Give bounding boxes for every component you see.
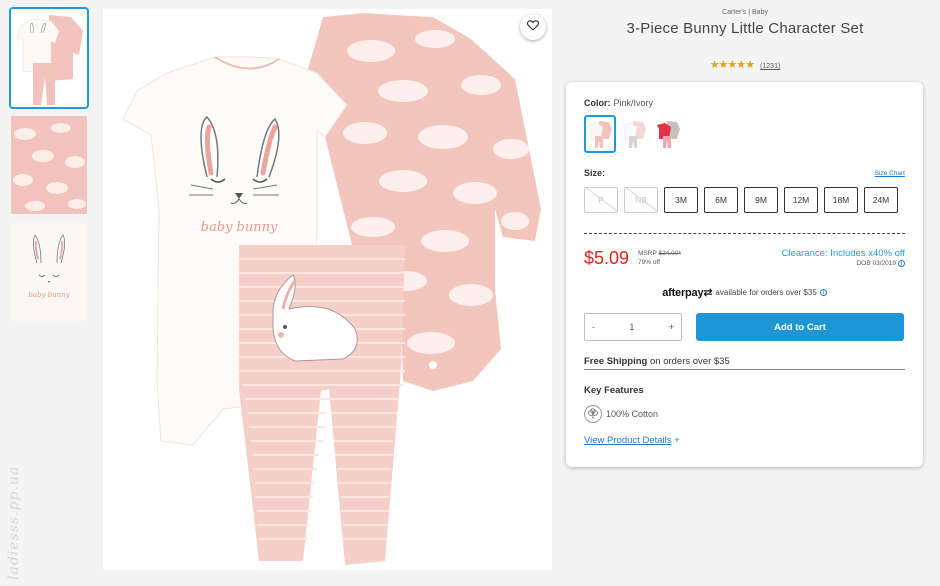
size-label: Size: [584, 168, 606, 178]
size-option-6m[interactable]: 6M [704, 187, 738, 213]
plus-icon: + [674, 435, 680, 446]
size-option-3m[interactable]: 3M [664, 187, 698, 213]
svg-text:baby bunny: baby bunny [28, 291, 70, 299]
view-product-details[interactable]: View Product Details + [584, 435, 680, 446]
dob-value: DOB 03/2019 [856, 260, 896, 267]
product-title: 3-Piece Bunny Little Character Set [626, 20, 864, 37]
product-rating[interactable]: ★★★★★ (1231) [566, 58, 924, 71]
dob-text: DOB 03/2019 i [857, 260, 905, 267]
review-count-link[interactable]: (1231) [760, 63, 780, 70]
divider [584, 233, 905, 234]
quantity-decrease-button[interactable]: - [592, 322, 595, 332]
shipping-threshold: on orders over $35 [649, 356, 730, 367]
swatch-white-pink[interactable] [618, 115, 650, 153]
msrp-label: MSRP [638, 250, 657, 257]
size-option-nb[interactable]: NB [624, 187, 658, 213]
size-option-9m[interactable]: 9M [744, 187, 778, 213]
quantity-increase-button[interactable]: + [669, 322, 674, 332]
afterpay-arrows-icon: ⇄ [703, 287, 713, 299]
rating-stars: ★★★★★ [709, 59, 755, 71]
thumbnail-list: baby bunny [9, 7, 90, 330]
thumbnail-outfit-set[interactable] [9, 7, 89, 109]
thumbnail-bunny-face[interactable]: baby bunny [11, 223, 87, 321]
svg-text:baby bunny: baby bunny [201, 220, 278, 235]
thumbnail-bunny-print[interactable] [11, 116, 87, 214]
cotton-icon [584, 405, 602, 423]
afterpay-text: available for orders over $35 [715, 288, 817, 297]
size-option-p[interactable]: P [584, 187, 618, 213]
size-option-24m[interactable]: 24M [864, 187, 898, 213]
swatch-pink-ivory[interactable] [584, 115, 616, 153]
clearance-text: Clearance: Includes x40% off [781, 248, 905, 259]
size-options: P NB 3M 6M 9M 12M 18M 24M [584, 187, 898, 213]
purchase-panel: Color: Pink/Ivory Size: Size Chart P NB 3… [566, 82, 923, 467]
sale-price: $5.09 [584, 248, 630, 268]
afterpay-row: afterpay⇄ available for orders over $35 … [566, 286, 923, 299]
add-to-cart-button[interactable]: Add to Cart [696, 313, 904, 341]
brand-line[interactable]: Carter's | Baby [566, 9, 924, 16]
color-value: Pink/Ivory [613, 98, 654, 108]
quantity-stepper: - 1 + [584, 313, 682, 341]
favorite-heart-button[interactable] [520, 14, 546, 40]
quantity-input[interactable]: 1 [629, 322, 634, 332]
heart-icon [526, 18, 540, 36]
size-option-12m[interactable]: 12M [784, 187, 818, 213]
feature-item: 100% Cotton [584, 405, 658, 423]
watermark-text: ladiesss.pp.ua [6, 465, 22, 580]
discount-percent: 79% off [638, 259, 660, 266]
color-label: Color: [584, 98, 611, 108]
size-chart-link[interactable]: Size Chart [875, 170, 905, 177]
color-swatches [584, 115, 684, 153]
main-product-image: baby bunny [103, 9, 552, 570]
msrp-value: $24.00* [658, 250, 681, 257]
feature-cotton: 100% Cotton [606, 409, 659, 419]
afterpay-info-icon[interactable]: i [819, 289, 827, 296]
afterpay-logo: afterpay⇄ [662, 287, 713, 299]
size-option-18m[interactable]: 18M [824, 187, 858, 213]
color-row: Color: Pink/Ivory [584, 98, 653, 108]
shipping-info: Free Shipping on orders over $35 [584, 356, 905, 370]
info-icon[interactable]: i [898, 260, 905, 267]
swatch-red-grey[interactable] [652, 115, 684, 153]
view-details-link[interactable]: View Product Details [584, 435, 671, 446]
size-row: Size: [584, 168, 605, 178]
free-shipping-label: Free Shipping [584, 356, 648, 367]
msrp-block: MSRP $24.00* 79% off [638, 249, 681, 267]
key-features-heading: Key Features [584, 385, 644, 396]
